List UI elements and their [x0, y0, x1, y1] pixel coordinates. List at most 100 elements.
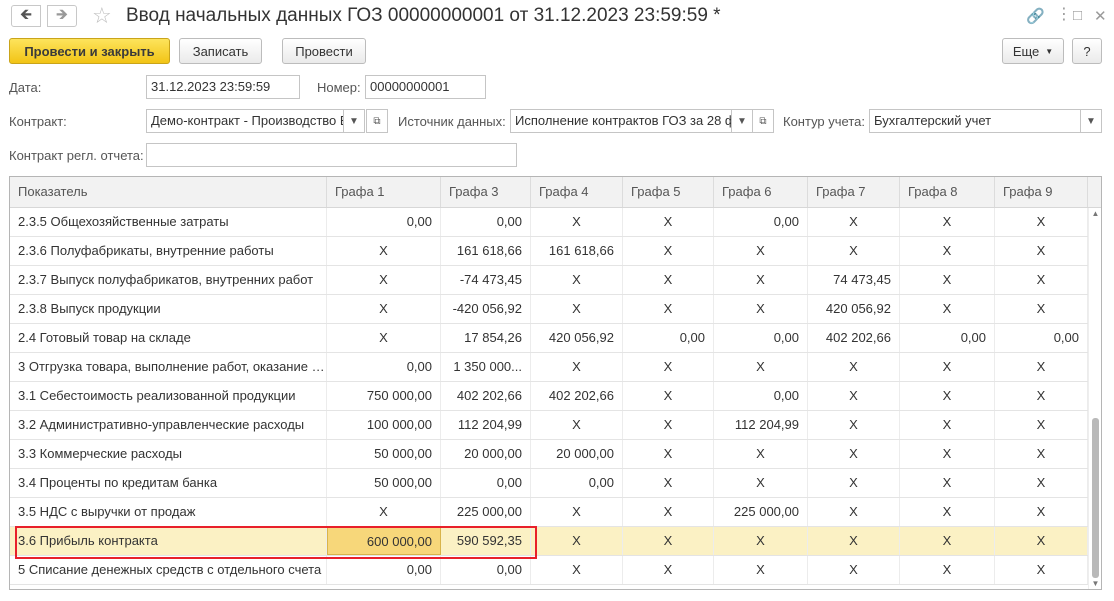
post-and-close-button[interactable]: Провести и закрыть [9, 38, 170, 64]
indicator-cell[interactable]: 3.4 Проценты по кредитам банка [10, 469, 327, 497]
value-cell[interactable]: X [327, 324, 441, 352]
value-cell[interactable]: X [714, 295, 808, 323]
value-cell[interactable]: X [714, 469, 808, 497]
table-row[interactable]: 2.4 Готовый товар на складе X 17 854,26 420… [10, 324, 1088, 353]
value-cell[interactable]: X [995, 208, 1088, 236]
value-cell[interactable]: X [714, 527, 808, 555]
star-icon[interactable]: ☆ [92, 3, 112, 29]
indicator-cell[interactable]: 5 Списание денежных средств с отдельного… [10, 556, 327, 584]
value-cell[interactable]: X [808, 556, 900, 584]
contract-open-button[interactable]: ⧉ [366, 109, 388, 133]
value-cell[interactable]: X [623, 411, 714, 439]
value-cell[interactable]: X [900, 237, 995, 265]
value-cell[interactable]: X [808, 237, 900, 265]
value-cell[interactable]: 420 056,92 [808, 295, 900, 323]
table-row[interactable]: 3.2 Административно-управленческие расхо… [10, 411, 1088, 440]
value-cell[interactable]: X [623, 440, 714, 468]
value-cell[interactable]: X [327, 498, 441, 526]
value-cell[interactable]: X [623, 208, 714, 236]
table-row[interactable]: 5 Списание денежных средств с отдельного… [10, 556, 1088, 585]
column-header[interactable]: Графа 8 [900, 177, 995, 207]
number-field[interactable]: 00000000001 [365, 75, 486, 99]
value-cell[interactable]: X [995, 498, 1088, 526]
value-cell[interactable]: 225 000,00 [714, 498, 808, 526]
value-cell[interactable]: 0,00 [714, 382, 808, 410]
value-cell[interactable]: -420 056,92 [441, 295, 531, 323]
value-cell[interactable]: 50 000,00 [327, 469, 441, 497]
indicator-cell[interactable]: 3.1 Себестоимость реализованной продукци… [10, 382, 327, 410]
post-button[interactable]: Провести [282, 38, 366, 64]
table-row[interactable]: 2.3.5 Общехозяйственные затраты 0,00 0,00 X… [10, 208, 1088, 237]
value-cell[interactable]: X [327, 295, 441, 323]
value-cell[interactable]: X [995, 353, 1088, 381]
value-cell[interactable]: X [900, 527, 995, 555]
value-cell[interactable]: 50 000,00 [327, 440, 441, 468]
value-cell[interactable]: X [531, 411, 623, 439]
save-button[interactable]: Записать [179, 38, 262, 64]
table-row[interactable]: 3.1 Себестоимость реализованной продукци… [10, 382, 1088, 411]
value-cell[interactable]: X [808, 498, 900, 526]
indicator-cell[interactable]: 3.3 Коммерческие расходы [10, 440, 327, 468]
source-dropdown-button[interactable]: ▼ [731, 109, 753, 133]
value-cell[interactable]: X [808, 382, 900, 410]
value-cell[interactable]: X [995, 411, 1088, 439]
value-cell[interactable]: X [531, 527, 623, 555]
table-row[interactable]: 2.3.6 Полуфабрикаты, внутренние работы X 1… [10, 237, 1088, 266]
contract-field[interactable]: Демо-контракт - Производство Е [146, 109, 344, 133]
value-cell[interactable]: X [714, 440, 808, 468]
value-cell[interactable]: 20 000,00 [531, 440, 623, 468]
value-cell[interactable]: X [714, 237, 808, 265]
value-cell[interactable]: 225 000,00 [441, 498, 531, 526]
reg-contract-field[interactable] [146, 143, 517, 167]
indicator-cell[interactable]: 2.3.5 Общехозяйственные затраты [10, 208, 327, 236]
value-cell[interactable]: 17 854,26 [441, 324, 531, 352]
value-cell[interactable]: X [623, 498, 714, 526]
value-cell[interactable]: 0,00 [995, 324, 1088, 352]
value-cell[interactable]: X [531, 556, 623, 584]
value-cell[interactable]: X [623, 382, 714, 410]
vertical-scrollbar[interactable]: ▲ ▼ [1088, 208, 1101, 589]
value-cell[interactable]: X [900, 440, 995, 468]
column-header[interactable]: Графа 9 [995, 177, 1088, 207]
more-menu-button[interactable]: Еще ▼ [1002, 38, 1064, 64]
value-cell[interactable]: 0,00 [441, 469, 531, 497]
value-cell[interactable]: X [995, 440, 1088, 468]
column-header[interactable]: Графа 4 [531, 177, 623, 207]
value-cell[interactable]: X [995, 469, 1088, 497]
value-cell[interactable]: X [623, 556, 714, 584]
value-cell[interactable]: X [900, 295, 995, 323]
value-cell[interactable]: X [623, 353, 714, 381]
value-cell[interactable]: 112 204,99 [441, 411, 531, 439]
value-cell[interactable]: 0,00 [327, 556, 441, 584]
value-cell[interactable]: X [808, 469, 900, 497]
value-cell[interactable]: 402 202,66 [531, 382, 623, 410]
value-cell[interactable]: X [808, 208, 900, 236]
value-cell[interactable]: 112 204,99 [714, 411, 808, 439]
table-row[interactable]: 2.3.8 Выпуск продукции X -420 056,92 X X X 420… [10, 295, 1088, 324]
value-cell[interactable]: X [808, 440, 900, 468]
table-row[interactable]: 2.3.7 Выпуск полуфабрикатов, внутренних … [10, 266, 1088, 295]
table-row[interactable]: 3 Отгрузка товара, выполнение работ, ока… [10, 353, 1088, 382]
indicator-cell[interactable]: 2.3.7 Выпуск полуфабрикатов, внутренних … [10, 266, 327, 294]
value-cell[interactable]: X [808, 527, 900, 555]
indicator-cell[interactable]: 2.3.8 Выпуск продукции [10, 295, 327, 323]
value-cell[interactable]: X [900, 411, 995, 439]
value-cell[interactable]: X [995, 266, 1088, 294]
value-cell[interactable]: X [900, 469, 995, 497]
value-cell[interactable]: X [900, 382, 995, 410]
help-button[interactable]: ? [1072, 38, 1102, 64]
value-cell[interactable]: -74 473,45 [441, 266, 531, 294]
indicator-cell[interactable]: 2.4 Готовый товар на складе [10, 324, 327, 352]
value-cell[interactable]: X [531, 295, 623, 323]
value-cell[interactable]: X [327, 237, 441, 265]
source-field[interactable]: Исполнение контрактов ГОЗ за 28 ф [510, 109, 732, 133]
value-cell[interactable]: 74 473,45 [808, 266, 900, 294]
forward-button[interactable]: 🡺 [47, 5, 77, 27]
value-cell[interactable]: X [623, 469, 714, 497]
column-header[interactable]: Графа 6 [714, 177, 808, 207]
link-icon[interactable]: 🔗 [1026, 7, 1045, 25]
value-cell[interactable]: X [623, 527, 714, 555]
value-cell[interactable]: X [995, 382, 1088, 410]
value-cell[interactable]: X [808, 353, 900, 381]
value-cell[interactable]: 0,00 [441, 556, 531, 584]
